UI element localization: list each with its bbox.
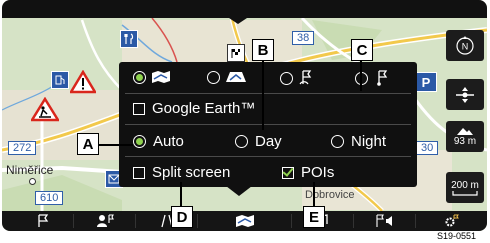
road-number-label: 38 [292, 31, 315, 45]
svg-text:N: N [462, 41, 469, 51]
flag-icon [38, 214, 49, 227]
scale-label: 93 m [453, 136, 477, 147]
map-view-button[interactable] [216, 213, 274, 229]
mode-label: Day [255, 133, 282, 150]
split-screen-option[interactable]: Split screen [133, 164, 230, 181]
menu-divider [125, 156, 411, 157]
figure: P 38 272 610 30 Nimĕřice Dobrovice N 93 … [0, 0, 490, 243]
road-number-label: 610 [35, 191, 64, 205]
parking-poi-icon[interactable]: P [415, 72, 437, 92]
scale-bar-icon [452, 190, 478, 196]
road-number-label: 272 [8, 141, 37, 155]
map-mode-option-3d[interactable] [207, 70, 247, 84]
zoom-scale-button[interactable]: 200 m [446, 172, 484, 203]
flag-speaker-icon [376, 214, 392, 227]
compass-icon: N [456, 35, 474, 55]
radio-button[interactable] [331, 135, 344, 148]
restaurant-poi-icon[interactable] [120, 30, 138, 48]
mode-label: Auto [153, 133, 184, 150]
figure-code: S19-0551 [437, 231, 477, 241]
radio-button[interactable] [280, 71, 293, 85]
toolbar-separator [353, 214, 354, 228]
top-notch [226, 16, 250, 24]
menu-divider [125, 124, 411, 125]
toolbar-separator [197, 214, 198, 228]
person-flag-icon [97, 214, 114, 227]
map-scale-button[interactable]: 93 m [446, 121, 484, 152]
radio-button[interactable] [133, 70, 146, 84]
road-number-label: 30 [416, 141, 439, 155]
split-screen-label: Split screen [152, 164, 231, 181]
radio-button[interactable] [235, 135, 248, 148]
callout-b: B [252, 39, 274, 61]
zoom-slider-button[interactable] [446, 79, 484, 110]
mode-option-day[interactable]: Day [235, 133, 282, 150]
radio-button[interactable] [207, 70, 220, 84]
callout-leader [180, 182, 182, 206]
callout-c: C [351, 39, 373, 61]
google-earth-label: Google Earth™ [152, 100, 256, 117]
navigation-screen: P 38 272 610 30 Nimĕřice Dobrovice N 93 … [2, 0, 487, 231]
compass-button[interactable]: N [446, 30, 484, 61]
parking-label: P [421, 74, 431, 90]
toolbar-separator [415, 214, 416, 228]
mode-option-auto[interactable]: Auto [133, 133, 184, 150]
mode-option-night[interactable]: Night [331, 133, 386, 150]
toolbar-separator [135, 214, 136, 228]
map-3d-icon [226, 72, 246, 82]
settings-button[interactable] [422, 213, 480, 229]
map-settings-menu: Google Earth™ Auto Day Night Split scree… [119, 62, 417, 187]
menu-pointer [226, 186, 252, 196]
map-icon [236, 215, 254, 227]
bottom-toolbar [2, 211, 487, 231]
google-earth-option[interactable]: Google Earth™ [133, 100, 255, 117]
voice-guidance-button[interactable] [356, 213, 414, 229]
menu-divider [125, 93, 411, 94]
map-2d-icon [152, 71, 170, 83]
place-marker-icon [29, 178, 36, 185]
callout-leader [98, 144, 133, 146]
radio-button[interactable] [133, 135, 146, 148]
zoom-arrows-icon [456, 86, 474, 103]
callout-leader [262, 55, 264, 130]
scale-label: 200 m [451, 179, 479, 191]
fuel-station-poi-icon[interactable] [51, 71, 69, 89]
map-mode-option-destination[interactable] [280, 70, 314, 86]
pois-option[interactable]: POIs [282, 164, 334, 181]
toolbar-separator [73, 214, 74, 228]
pois-label: POIs [301, 164, 335, 181]
gear-flag-icon [445, 214, 459, 227]
finish-flag-poi-icon[interactable] [227, 44, 245, 62]
destination-button[interactable] [14, 213, 72, 229]
callout-a: A [77, 133, 99, 155]
terrain-flag-icon [377, 70, 388, 86]
pois-checkbox[interactable] [282, 166, 294, 179]
toolbar-separator [291, 214, 292, 228]
callout-e: E [303, 206, 325, 228]
destination-flag-icon [299, 70, 312, 85]
callout-d: D [171, 206, 193, 228]
place-name: Nimĕřice [6, 163, 54, 177]
contacts-destination-button[interactable] [76, 213, 134, 229]
callout-leader [313, 182, 315, 206]
google-earth-checkbox[interactable] [133, 102, 145, 115]
split-screen-checkbox[interactable] [133, 166, 145, 179]
mountain-icon [457, 128, 473, 135]
map-mode-option-2d[interactable] [133, 70, 171, 84]
mode-label: Night [351, 133, 387, 150]
